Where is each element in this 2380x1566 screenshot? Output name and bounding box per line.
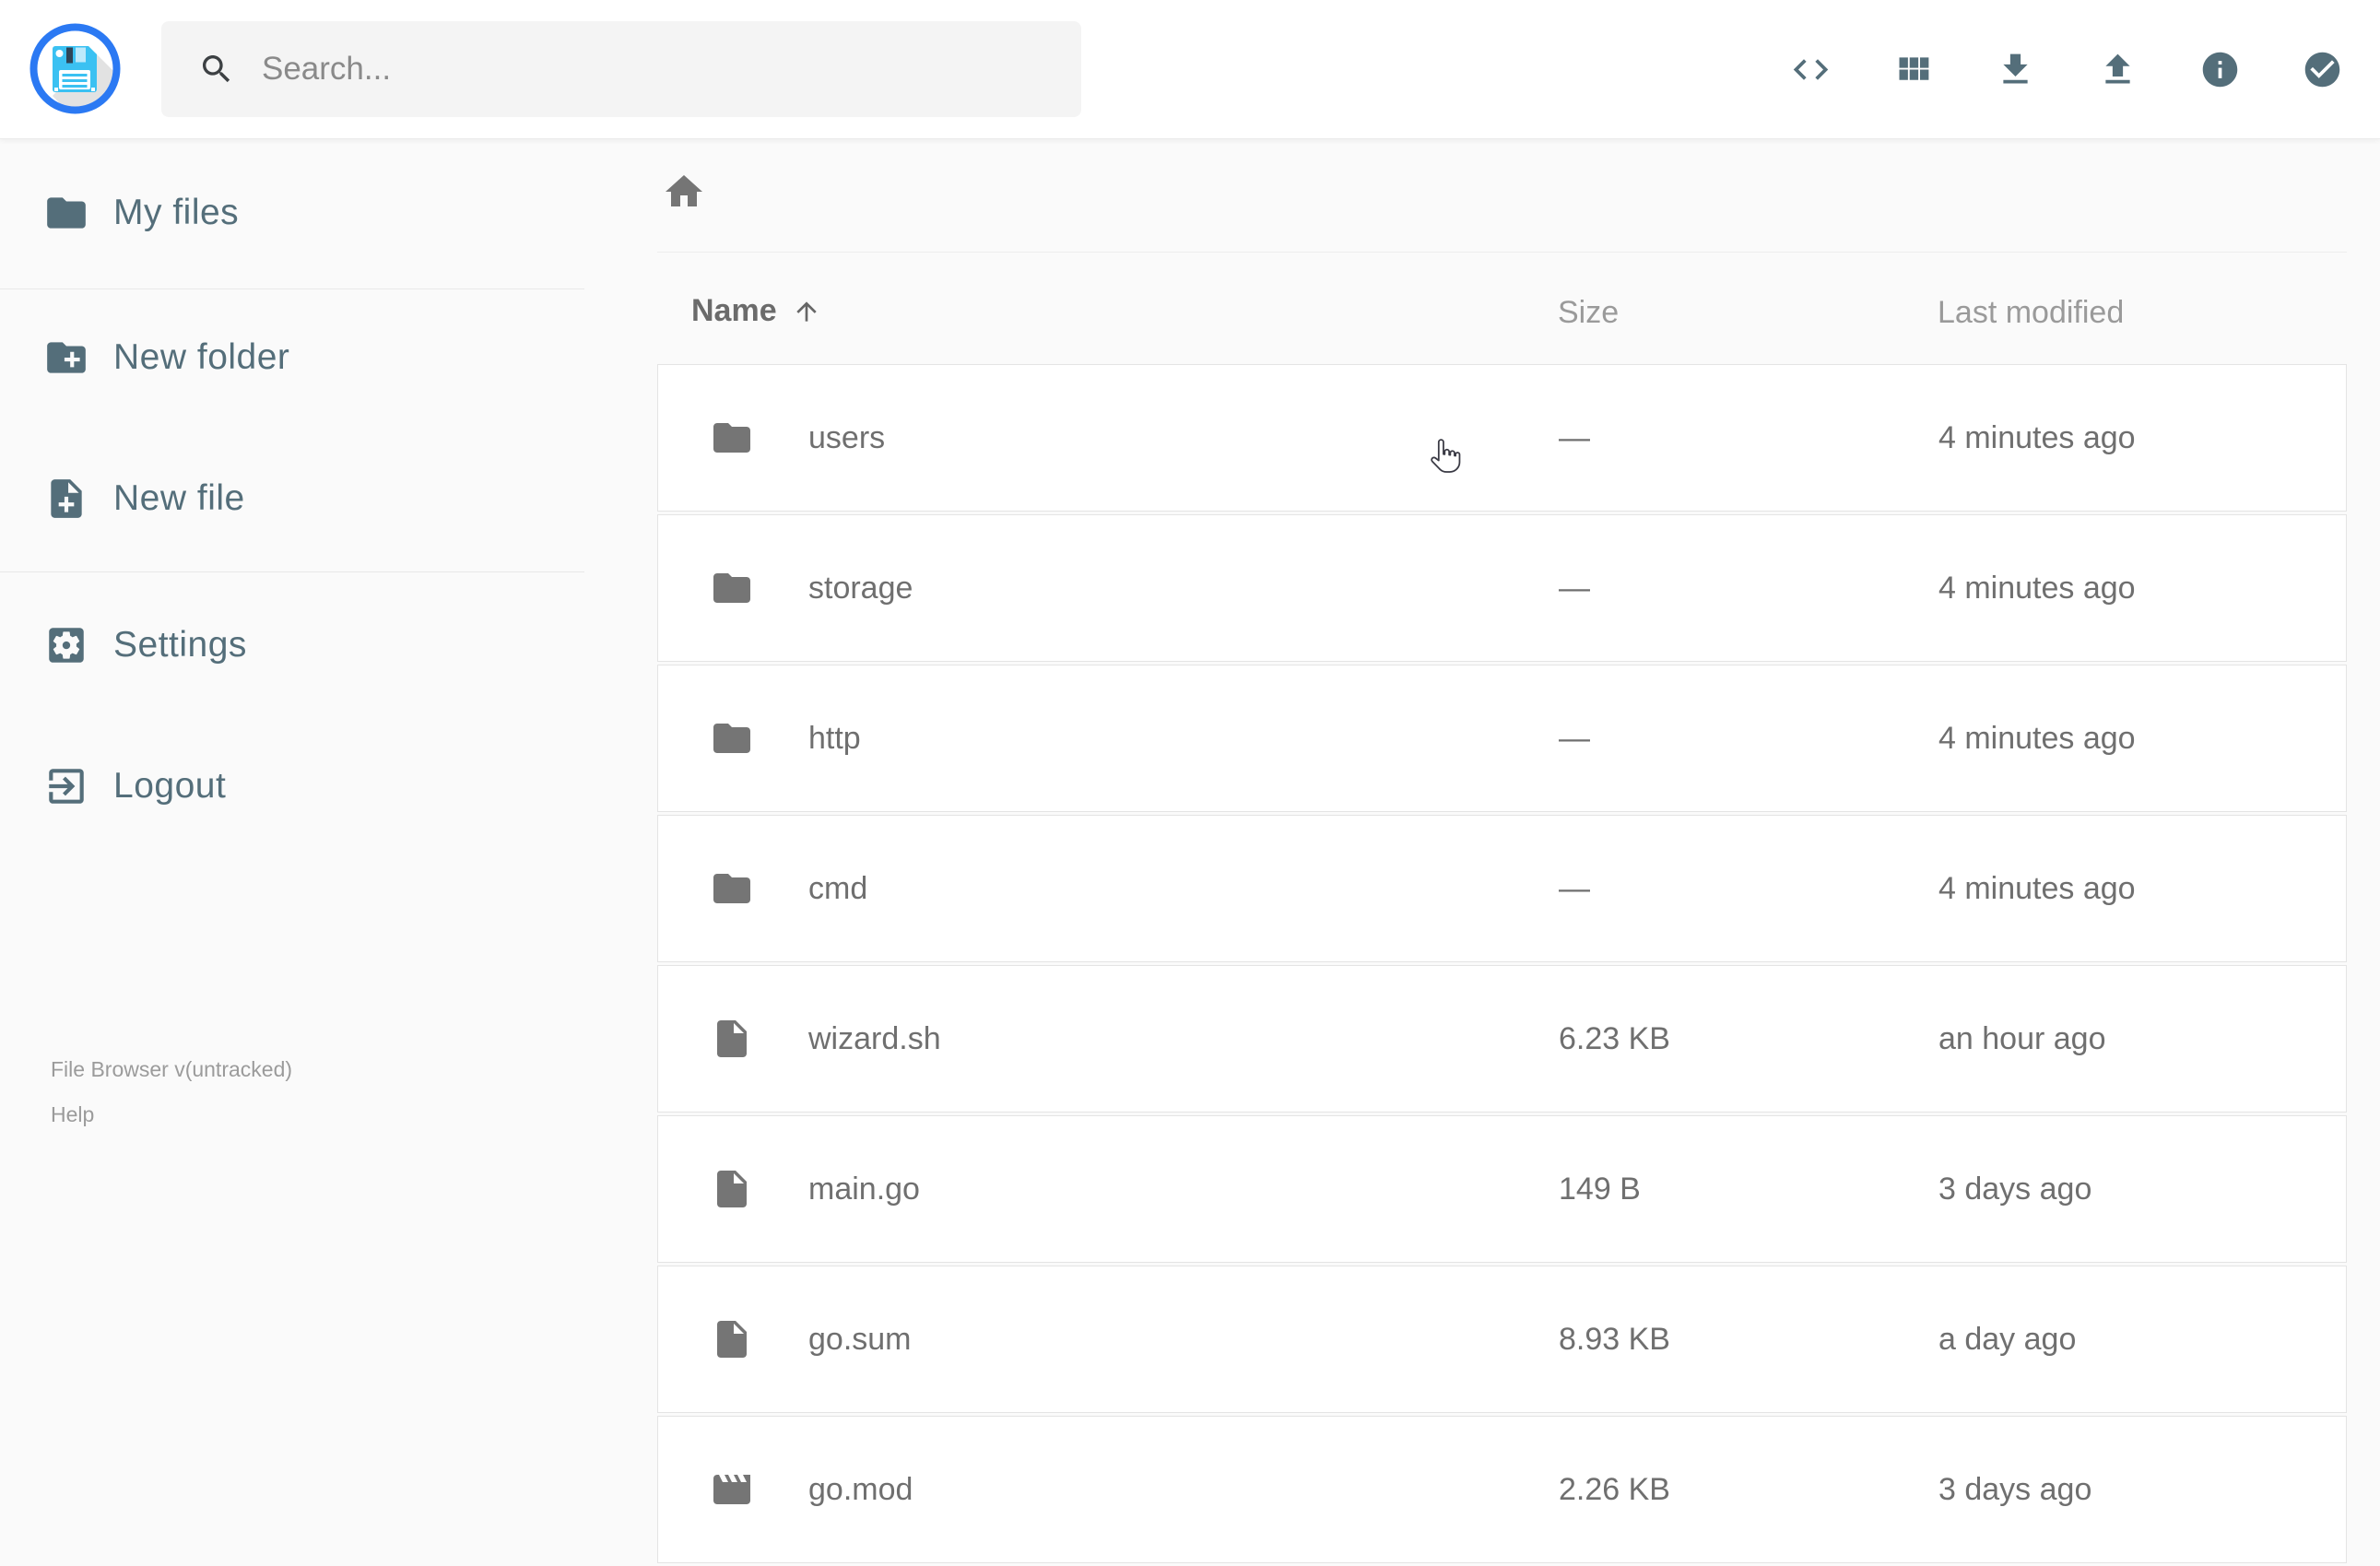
file-modified: 4 minutes ago — [1938, 419, 2136, 455]
arrow-upward-icon — [795, 300, 817, 322]
file-row-wizard-sh[interactable]: wizard.sh 6.23 KB an hour ago — [657, 965, 2347, 1113]
breadcrumb-home-button[interactable] — [662, 170, 708, 216]
listing-column-headers: Name Size Last modified — [657, 293, 2347, 337]
folder-icon — [710, 716, 754, 760]
folder-icon — [47, 197, 86, 229]
file-size: — — [1559, 419, 1590, 455]
file-modified: 4 minutes ago — [1938, 570, 2136, 606]
folder-icon — [710, 866, 754, 911]
file-name: go.mod — [808, 1471, 913, 1507]
file-name: storage — [808, 570, 913, 606]
info-icon — [2202, 52, 2238, 87]
switch-view-button[interactable] — [1892, 49, 1934, 90]
app-header: Search... — [0, 0, 2380, 139]
breadcrumb-divider — [657, 252, 2347, 253]
file-icon — [710, 1317, 754, 1361]
search-placeholder: Search... — [262, 51, 392, 87]
logout-icon — [49, 769, 84, 804]
file-modified: 3 days ago — [1938, 1471, 2092, 1507]
file-row-cmd[interactable]: cmd — 4 minutes ago — [657, 815, 2347, 962]
file-modified: 4 minutes ago — [1938, 870, 2136, 906]
new-file-icon — [51, 479, 82, 518]
file-name: cmd — [808, 870, 868, 906]
file-modified: an hour ago — [1938, 1020, 2106, 1056]
listing-rows: users — 4 minutes ago storage — 4 minute… — [657, 364, 2347, 1566]
info-button[interactable] — [2199, 49, 2241, 90]
file-size: 2.26 KB — [1559, 1471, 1670, 1507]
column-header-modified[interactable]: Last modified — [1938, 295, 2124, 331]
file-modified: a day ago — [1938, 1321, 2077, 1357]
file-icon — [710, 1167, 754, 1211]
sidebar-divider — [0, 571, 584, 572]
floppy-disk-icon — [29, 23, 121, 114]
sidebar-item-label: Settings — [113, 625, 247, 665]
upload-button[interactable] — [2097, 49, 2138, 90]
home-icon — [666, 175, 702, 206]
column-header-name[interactable]: Name — [691, 293, 821, 329]
search-input[interactable]: Search... — [161, 21, 1081, 117]
sidebar-footer: File Browser v(untracked) Help — [51, 1047, 292, 1137]
sidebar-item-new-folder[interactable]: New folder — [0, 288, 584, 427]
check-circle-icon — [2304, 52, 2340, 87]
file-row-users[interactable]: users — 4 minutes ago — [657, 364, 2347, 512]
file-row-main-go[interactable]: main.go 149 B 3 days ago — [657, 1115, 2347, 1263]
shell-button[interactable] — [1790, 49, 1832, 90]
sidebar-item-logout[interactable]: Logout — [0, 717, 584, 855]
file-size: — — [1559, 570, 1590, 606]
file-size: 8.93 KB — [1559, 1321, 1670, 1357]
create-new-folder-icon — [47, 342, 86, 373]
sidebar-item-label: New folder — [113, 337, 290, 377]
sidebar-item-label: My files — [113, 193, 240, 232]
file-name: users — [808, 419, 886, 455]
download-button[interactable] — [1995, 49, 2036, 90]
view-module-icon — [1899, 56, 1929, 80]
upload-icon — [2105, 53, 2130, 83]
column-header-size[interactable]: Size — [1558, 295, 1619, 331]
sidebar-item-label: Logout — [113, 766, 227, 806]
sidebar-item-new-file[interactable]: New file — [0, 430, 584, 568]
file-modified: 3 days ago — [1938, 1171, 2092, 1207]
file-name: http — [808, 720, 861, 756]
app-version-text: File Browser v(untracked) — [51, 1057, 293, 1081]
folder-icon — [710, 566, 754, 610]
search-icon — [203, 55, 230, 83]
sidebar: My files New folder New file Settings Lo… — [0, 138, 584, 1530]
sidebar-item-my-files[interactable]: My files — [0, 144, 584, 282]
file-size: — — [1559, 870, 1590, 906]
file-size: 6.23 KB — [1559, 1020, 1670, 1056]
download-icon — [2003, 53, 2028, 83]
file-row-go-mod[interactable]: go.mod 2.26 KB 3 days ago — [657, 1416, 2347, 1563]
sidebar-item-label: New file — [113, 478, 245, 518]
file-name: wizard.sh — [808, 1020, 941, 1056]
header-actions — [1790, 0, 2343, 138]
file-icon — [710, 1017, 754, 1061]
file-name: go.sum — [808, 1321, 912, 1357]
sidebar-item-settings[interactable]: Settings — [0, 576, 584, 714]
file-row-storage[interactable]: storage — 4 minutes ago — [657, 514, 2347, 662]
select-multiple-button[interactable] — [2302, 49, 2343, 90]
filebrowser-logo[interactable] — [29, 22, 122, 115]
file-row-http[interactable]: http — 4 minutes ago — [657, 665, 2347, 812]
file-size: 149 B — [1559, 1171, 1641, 1207]
folder-icon — [710, 416, 754, 460]
settings-icon — [49, 628, 84, 663]
file-row-go-sum[interactable]: go.sum 8.93 KB a day ago — [657, 1266, 2347, 1413]
help-link[interactable]: Help — [51, 1092, 292, 1137]
code-icon — [1793, 58, 1829, 80]
file-modified: 4 minutes ago — [1938, 720, 2136, 756]
file-size: — — [1559, 720, 1590, 756]
movie-icon — [710, 1467, 754, 1512]
file-name: main.go — [808, 1171, 920, 1207]
